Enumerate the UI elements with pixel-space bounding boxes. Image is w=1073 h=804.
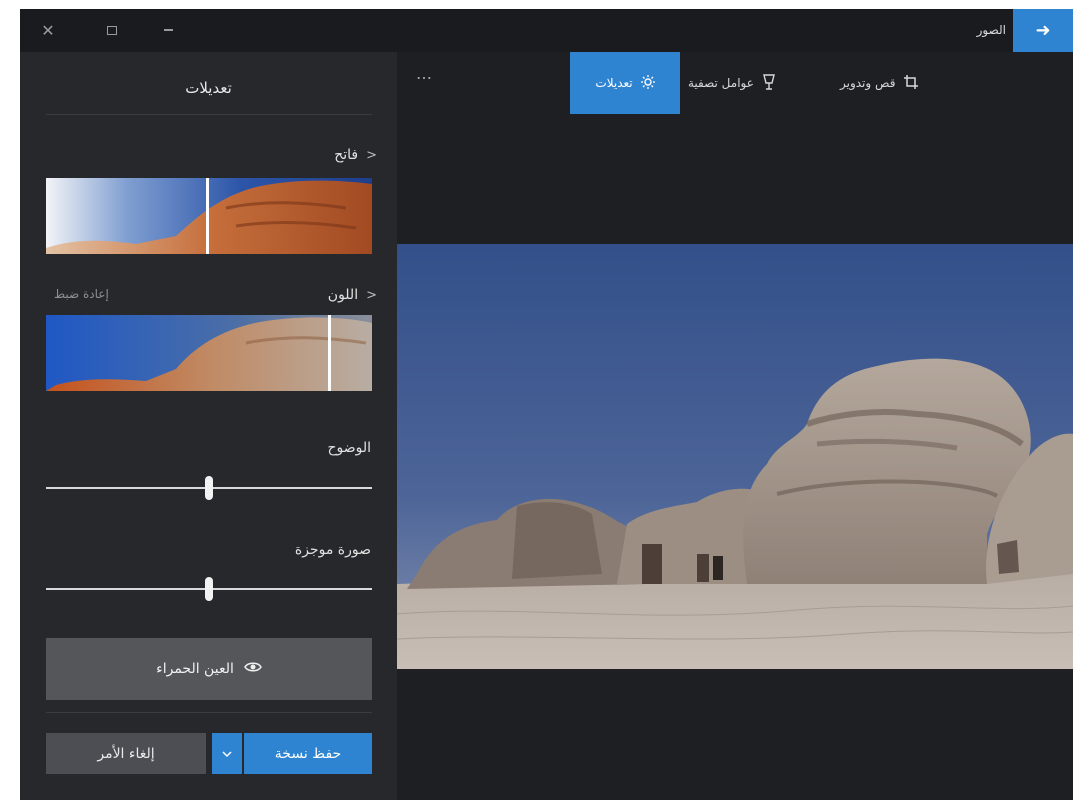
light-section-header[interactable]: فاتح > — [334, 147, 377, 163]
chevron-right-icon: > — [366, 287, 377, 303]
adjustments-panel: تعديلات فاتح > إعادة ضبط اللون > الوضوح … — [20, 52, 397, 800]
divider — [46, 114, 372, 115]
color-slider-thumbnail[interactable] — [46, 315, 372, 391]
minimize-icon[interactable] — [154, 17, 182, 43]
clarity-label: الوضوح — [327, 440, 371, 456]
more-options-button[interactable]: … — [416, 64, 434, 83]
toolbar-filters-label: عوامل تصفية — [688, 76, 754, 90]
adjust-sun-icon — [640, 74, 655, 92]
photo-canvas[interactable] — [397, 244, 1073, 669]
arrow-right-icon: ➜ — [1035, 20, 1051, 41]
slider-thumb[interactable] — [205, 577, 213, 601]
crop-rotate-icon — [903, 74, 919, 93]
color-slider-marker — [328, 315, 331, 391]
photos-app-window: ✕ الصور ➜ قص وتدوير عوامل تصفية تعديلات … — [20, 9, 1073, 800]
light-label: فاتح — [334, 147, 359, 163]
filters-icon — [762, 73, 776, 93]
close-icon[interactable]: ✕ — [34, 17, 62, 43]
color-label: اللون — [327, 287, 359, 303]
save-copy-button[interactable]: حفظ نسخة — [244, 733, 372, 774]
chevron-down-icon — [222, 747, 232, 761]
panel-title: تعديلات — [185, 79, 232, 97]
back-button[interactable]: ➜ — [1013, 9, 1073, 52]
toolbar-filters[interactable]: عوامل تصفية — [688, 52, 776, 114]
red-eye-button[interactable]: العين الحمراء — [46, 638, 372, 700]
toolbar-crop-rotate[interactable]: قص وتدوير — [840, 52, 919, 114]
cancel-button[interactable]: إلغاء الأمر — [46, 733, 206, 774]
toolbar-adjustments-label: تعديلات — [595, 76, 633, 90]
eye-icon — [243, 661, 262, 677]
toolbar-crop-label: قص وتدوير — [840, 76, 896, 90]
light-slider-marker — [206, 178, 209, 254]
red-eye-label: العين الحمراء — [156, 661, 234, 677]
light-slider-thumbnail[interactable] — [46, 178, 372, 254]
toolbar-adjustments[interactable]: تعديلات — [570, 52, 680, 114]
app-title: الصور — [976, 23, 1006, 37]
divider — [46, 712, 372, 713]
maximize-icon[interactable] — [98, 17, 126, 43]
color-section-header[interactable]: اللون > — [328, 287, 377, 303]
title-bar: ✕ الصور ➜ — [20, 9, 1073, 52]
color-reset-link[interactable]: إعادة ضبط — [54, 287, 109, 301]
vignette-label: صورة موجزة — [294, 542, 371, 558]
save-options-dropdown[interactable] — [212, 733, 242, 774]
clarity-slider[interactable] — [46, 475, 372, 501]
slider-thumb[interactable] — [205, 476, 213, 500]
chevron-right-icon: > — [366, 147, 377, 163]
vignette-slider[interactable] — [46, 576, 372, 602]
